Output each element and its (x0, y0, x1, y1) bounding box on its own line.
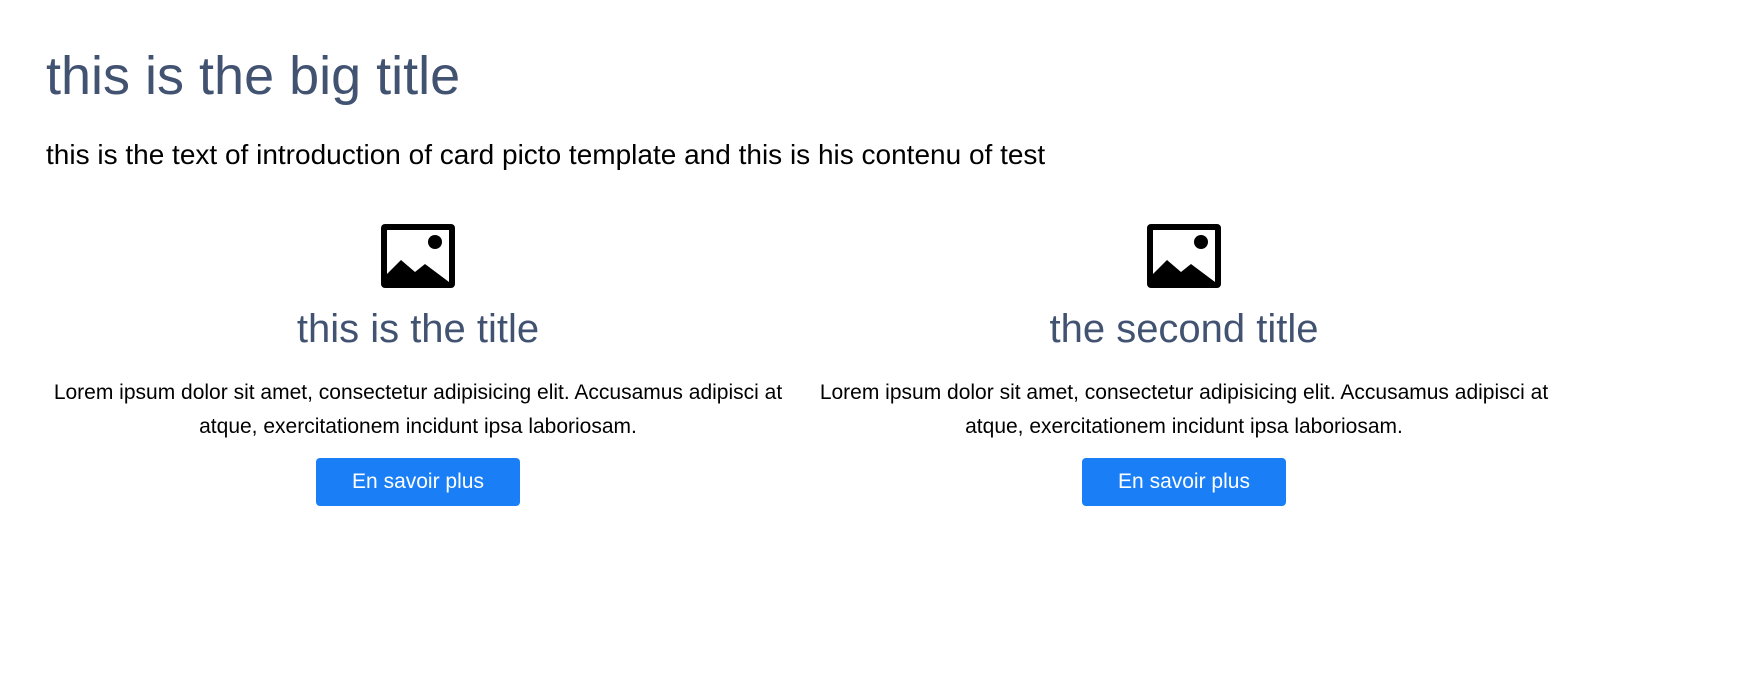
image-icon (381, 224, 455, 288)
page: this is the big title this is the text o… (0, 0, 1752, 696)
picto-card-1: this is the title Lorem ipsum dolor sit … (48, 222, 788, 522)
learn-more-button[interactable]: En savoir plus (316, 458, 520, 506)
picto-card-2: the second title Lorem ipsum dolor sit a… (814, 222, 1554, 522)
learn-more-button[interactable]: En savoir plus (1082, 458, 1286, 506)
card-title: the second title (1049, 307, 1319, 351)
image-icon (1147, 224, 1221, 288)
page-title: this is the big title (46, 46, 461, 106)
card-title: this is the title (296, 307, 540, 351)
card-text: Lorem ipsum dolor sit amet, consectetur … (819, 381, 1549, 438)
card-text: Lorem ipsum dolor sit amet, consectetur … (53, 381, 783, 438)
intro-text: this is the text of introduction of card… (46, 139, 1046, 170)
